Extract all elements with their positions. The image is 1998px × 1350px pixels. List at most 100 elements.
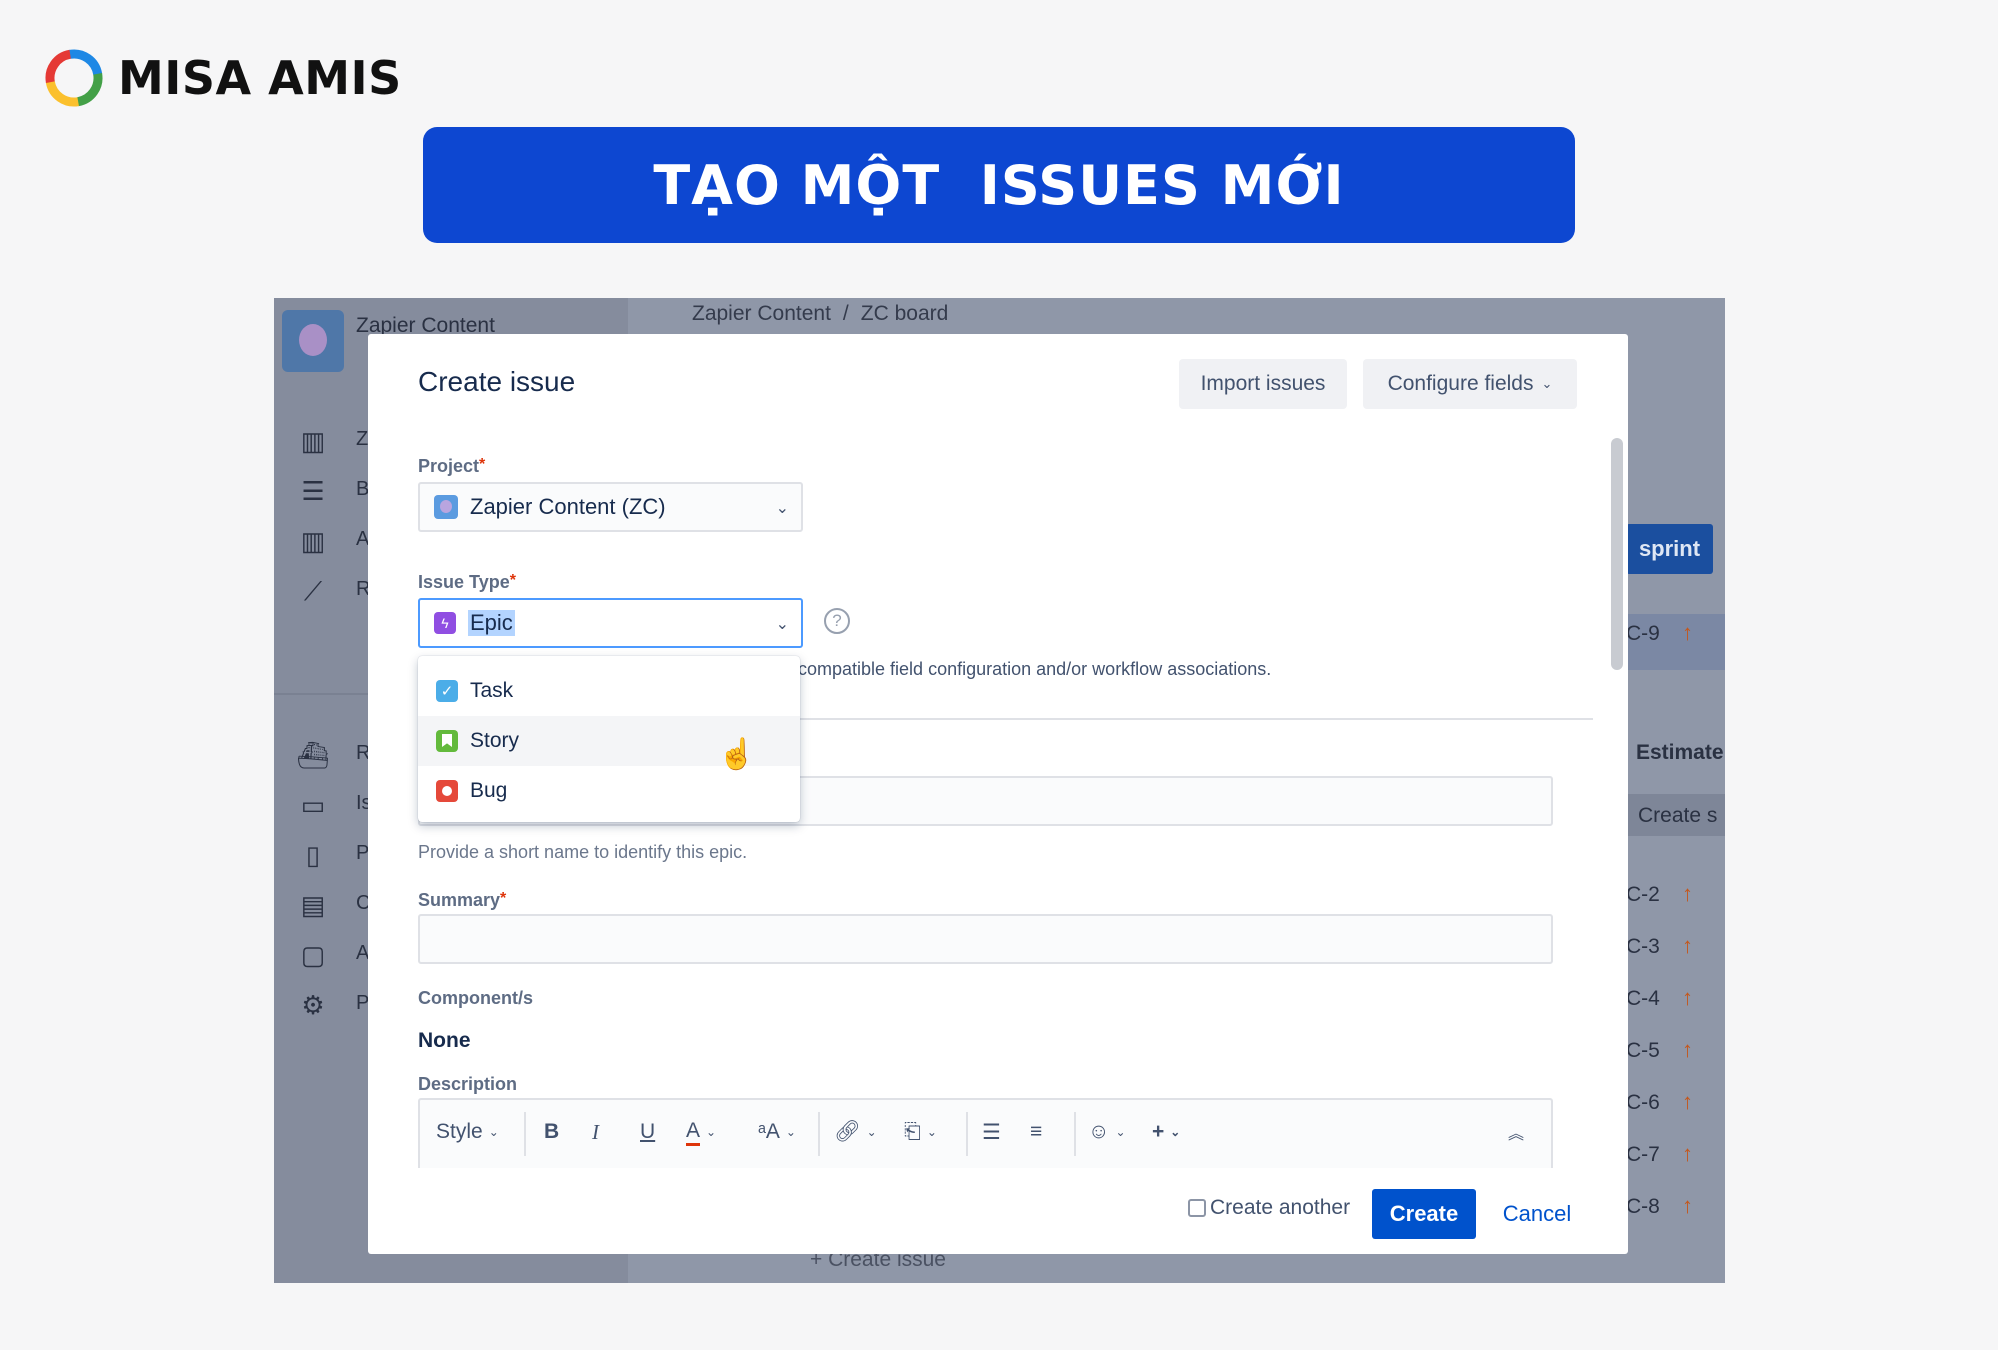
issue-type-option-task[interactable]: ✓ Task xyxy=(418,666,800,716)
configure-fields-label: Configure fields xyxy=(1387,372,1534,395)
issues-icon[interactable]: ▭ xyxy=(296,790,330,820)
banner-title: TẠO MỘT ISSUES MỚI xyxy=(653,153,1345,217)
link-button[interactable]: 🔗︎ ⌄ xyxy=(834,1100,877,1164)
priority-high-icon: ↑ xyxy=(1682,1193,1693,1218)
toolbar-divider xyxy=(524,1112,526,1156)
create-another-checkbox[interactable] xyxy=(1188,1199,1206,1217)
breadcrumb-item[interactable]: Zapier Content xyxy=(692,302,831,325)
option-label: Task xyxy=(470,679,514,702)
issue-type-option-bug[interactable]: Bug xyxy=(418,766,800,816)
task-icon: ✓ xyxy=(436,680,458,702)
issue-type-select[interactable]: ϟ Epic ⌄ xyxy=(418,598,803,648)
numbered-list-icon: ≡ xyxy=(1030,1120,1043,1143)
issue-key[interactable]: C-6 xyxy=(1626,1091,1660,1115)
priority-high-icon: ↑ xyxy=(1682,1141,1693,1166)
link-icon: 🔗︎ xyxy=(834,1120,861,1143)
chevron-down-icon: ⌄ xyxy=(1541,376,1553,391)
collapse-toolbar-button[interactable]: ︽ xyxy=(1508,1100,1524,1164)
insert-more-button[interactable]: + ⌄ xyxy=(1152,1100,1180,1164)
issue-key[interactable]: C-7 xyxy=(1626,1143,1660,1167)
required-marker: * xyxy=(509,572,516,589)
create-another-toggle[interactable]: Create another xyxy=(1188,1196,1350,1220)
chevron-down-icon: ⌄ xyxy=(706,1125,717,1139)
underline-button[interactable]: U xyxy=(640,1100,655,1164)
issue-type-label-text: Issue Type xyxy=(418,572,510,592)
description-label: Description xyxy=(418,1074,518,1094)
numbered-list-button[interactable]: ≡ xyxy=(1030,1100,1042,1164)
create-issue-dialog: Create issue Import issues Configure fie… xyxy=(368,334,1628,1254)
active-sprints-icon[interactable]: ▥ xyxy=(296,526,330,556)
backlog-icon[interactable]: ☰ xyxy=(296,476,330,506)
summary-label: Summary* xyxy=(418,890,506,911)
toolbar-divider xyxy=(966,1112,968,1156)
toolbar-divider xyxy=(1074,1112,1076,1156)
import-issues-label: Import issues xyxy=(1200,372,1326,395)
summary-input[interactable] xyxy=(418,914,1553,964)
issue-key[interactable]: C-3 xyxy=(1626,935,1660,959)
board-icon[interactable]: ▥ xyxy=(296,426,330,456)
start-sprint-button[interactable]: sprint xyxy=(1626,524,1713,574)
italic-button[interactable]: I xyxy=(592,1100,599,1164)
project-select[interactable]: Zapier Content (ZC) ⌄ xyxy=(418,482,803,532)
option-label: Story xyxy=(470,729,520,752)
emoji-icon: ☺ xyxy=(1088,1120,1110,1143)
chevron-down-icon: ⌄ xyxy=(1170,1125,1181,1139)
priority-high-icon: ↑ xyxy=(1682,985,1693,1010)
import-issues-button[interactable]: Import issues xyxy=(1179,359,1347,409)
text-color-button[interactable]: A ⌄ xyxy=(686,1100,716,1164)
brand-name: MISA AMIS xyxy=(118,51,402,105)
issue-type-warning: compatible field configuration and/or wo… xyxy=(798,659,1272,679)
required-marker: * xyxy=(500,890,507,907)
priority-high-icon: ↑ xyxy=(1682,881,1693,906)
help-icon[interactable]: ? xyxy=(824,608,850,634)
issue-key[interactable]: C-8 xyxy=(1626,1195,1660,1219)
issue-key[interactable]: C-2 xyxy=(1626,883,1660,907)
pages-icon[interactable]: ▯ xyxy=(296,840,330,870)
hand-cursor-icon: ☝ xyxy=(718,738,756,771)
chevron-down-icon: ⌄ xyxy=(775,500,789,517)
toolbar-divider xyxy=(818,1112,820,1156)
chevron-down-icon: ⌄ xyxy=(785,1125,796,1139)
cancel-button[interactable]: Cancel xyxy=(1494,1189,1580,1239)
bold-button[interactable]: B xyxy=(544,1100,559,1164)
dialog-scrollbar[interactable] xyxy=(1611,438,1623,670)
dialog-title: Create issue xyxy=(418,366,576,397)
more-formatting-button[interactable]: ᵃA ⌄ xyxy=(758,1100,796,1164)
components-value[interactable]: None xyxy=(418,1029,471,1053)
priority-high-icon: ↑ xyxy=(1682,1037,1693,1062)
project-select-value: Zapier Content (ZC) xyxy=(470,494,666,519)
add-item-icon[interactable]: ▢ xyxy=(296,940,330,970)
title-banner: TẠO MỘT ISSUES MỚI xyxy=(423,127,1575,243)
issue-type-select-value: Epic xyxy=(468,610,515,636)
bullet-list-button[interactable]: ☰ xyxy=(982,1100,1001,1164)
gear-icon[interactable]: ⚙ xyxy=(296,990,330,1020)
configure-fields-button[interactable]: Configure fields ⌄ xyxy=(1363,359,1577,409)
components-label: Component/s xyxy=(418,988,533,1008)
jira-screenshot: Zapier Content ▥ Z ☰ B ▥ A ⟋ R ⛴ R ▭ Is … xyxy=(274,298,1725,1283)
epic-icon: ϟ xyxy=(434,612,456,634)
description-editor[interactable]: Style ⌄ B I U A ⌄ ᵃA ⌄ 🔗︎ ⌄ ⎗ ⌄ ☰ ≡ ☺ ⌄ + ⌄ ︽ xyxy=(418,1098,1553,1168)
project-avatar-icon xyxy=(434,495,458,519)
priority-high-icon: ↑ xyxy=(1682,620,1693,645)
issue-key[interactable]: C-4 xyxy=(1626,987,1660,1011)
create-sprint-button[interactable]: Create s xyxy=(1626,794,1725,836)
estimate-header: Estimate xyxy=(1636,741,1724,764)
section-divider xyxy=(798,718,1593,720)
reports-icon[interactable]: ⟋ xyxy=(296,576,330,606)
emoji-button[interactable]: ☺ ⌄ xyxy=(1088,1100,1126,1164)
create-button[interactable]: Create xyxy=(1372,1189,1476,1239)
option-label: Bug xyxy=(470,779,508,802)
chevron-down-icon: ⌄ xyxy=(488,1125,499,1139)
breadcrumb-item[interactable]: ZC board xyxy=(861,302,949,325)
issue-key[interactable]: C-9 xyxy=(1626,622,1660,646)
releases-icon[interactable]: ⛴ xyxy=(296,740,330,770)
style-dropdown[interactable]: Style ⌄ xyxy=(436,1100,499,1164)
attachment-button[interactable]: ⎗ ⌄ xyxy=(904,1100,937,1164)
issue-type-label: Issue Type* xyxy=(418,572,516,593)
brand-logo: MISA AMIS xyxy=(44,48,402,108)
components-icon[interactable]: ▤ xyxy=(296,890,330,920)
story-icon xyxy=(436,730,458,752)
issue-key[interactable]: C-5 xyxy=(1626,1039,1660,1063)
summary-label-text: Summary xyxy=(418,890,501,910)
style-dropdown-label: Style xyxy=(436,1120,483,1143)
